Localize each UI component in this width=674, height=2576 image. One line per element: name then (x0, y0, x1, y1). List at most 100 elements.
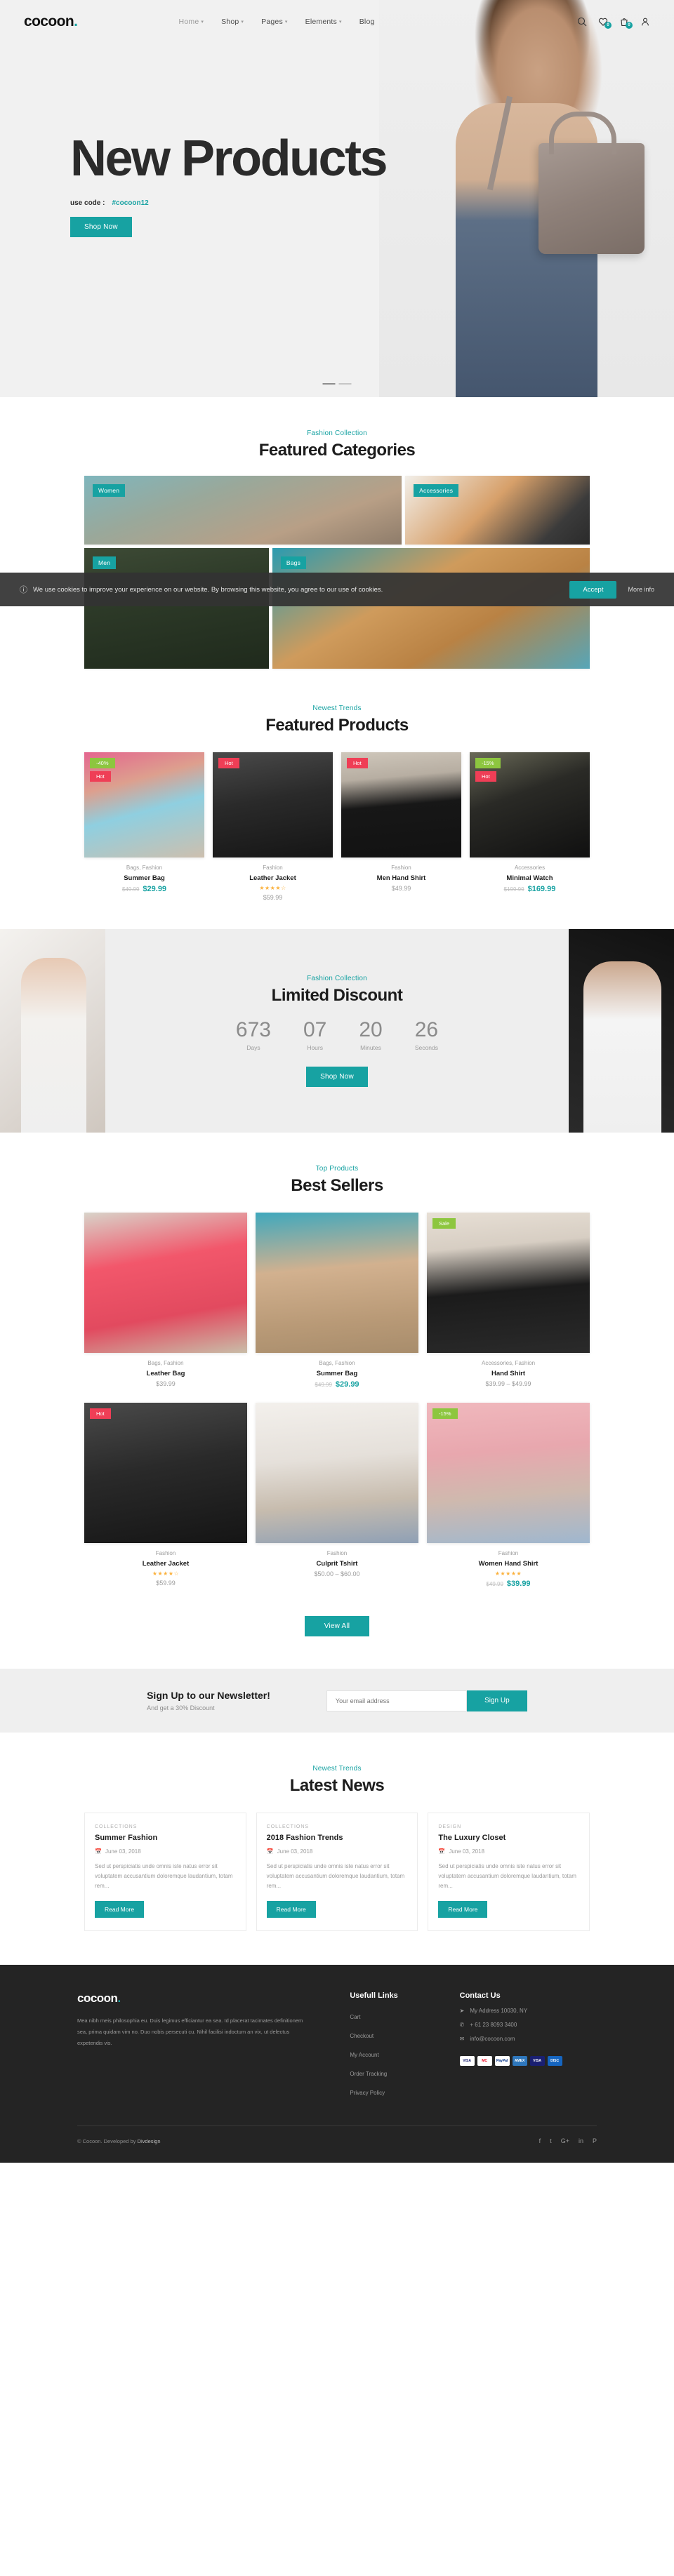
payment-card-icons: VISA MC PayPal AMEX VISA DISC (459, 2056, 597, 2066)
user-account-icon[interactable] (640, 17, 650, 27)
limited-discount-section: Fashion Collection Limited Discount 673 … (0, 929, 674, 1133)
newsletter-signup-button[interactable]: Sign Up (466, 1690, 527, 1711)
news-card[interactable]: COLLECTIONS Summer Fashion 📅 June 03, 20… (84, 1813, 246, 1931)
nav-item-pages[interactable]: Pages ▾ (261, 18, 288, 26)
google-plus-icon[interactable]: G+ (561, 2137, 569, 2144)
cart-bag-icon[interactable]: 0 (619, 17, 633, 29)
facebook-icon[interactable]: f (539, 2137, 541, 2144)
main-navigation: Home ▾ Shop ▾ Pages ▾ Elements ▾ Blog (179, 18, 375, 26)
product-category: Fashion (391, 865, 411, 871)
product-image[interactable] (256, 1213, 418, 1353)
news-date-text: June 03, 2018 (105, 1848, 141, 1855)
news-date: 📅 June 03, 2018 (438, 1848, 579, 1855)
hero-title: New Products (70, 131, 388, 187)
news-read-more-button[interactable]: Read More (95, 1901, 145, 1918)
product-card[interactable]: Hot Fashion Leather Jacket ★★★★☆ $59.99 (84, 1403, 247, 1588)
news-read-more-button[interactable]: Read More (438, 1901, 488, 1918)
product-name[interactable]: Minimal Watch (470, 874, 590, 882)
copyright-author[interactable]: Divdesign (138, 2138, 161, 2144)
product-card[interactable]: Hot Fashion Men Hand Shirt $49.99 (341, 752, 461, 901)
nav-item-elements[interactable]: Elements ▾ (305, 18, 342, 26)
product-card[interactable]: -40% Hot Bags, Fashion Summer Bag $49.99… (84, 752, 204, 901)
product-image[interactable]: -40% Hot (84, 752, 204, 857)
category-card-men[interactable]: Men (84, 548, 269, 669)
wishlist-count: 0 (604, 22, 612, 29)
footer-link-cart[interactable]: Cart (350, 2014, 360, 2020)
product-image[interactable]: Hot (213, 752, 333, 857)
wishlist-heart-icon[interactable]: 0 (598, 17, 612, 29)
product-image[interactable]: -15% Hot (470, 752, 590, 857)
product-image[interactable] (84, 1213, 247, 1353)
product-name[interactable]: Men Hand Shirt (341, 874, 461, 882)
news-title[interactable]: The Luxury Closet (438, 1834, 579, 1842)
cookie-more-info-link[interactable]: More info (628, 586, 654, 593)
newsletter-email-input[interactable] (326, 1690, 467, 1711)
site-logo[interactable]: cocoon. (24, 13, 78, 30)
nav-item-home[interactable]: Home ▾ (179, 18, 204, 26)
nav-item-shop[interactable]: Shop ▾ (221, 18, 244, 26)
news-category: DESIGN (438, 1824, 462, 1829)
slider-dot-1[interactable] (322, 383, 336, 385)
copyright-text: © Cocoon. Developed by Divdesign (77, 2138, 161, 2144)
product-price: $39.99 (156, 1380, 176, 1387)
product-name[interactable]: Culprit Tshirt (256, 1560, 418, 1568)
linkedin-icon[interactable]: in (579, 2137, 583, 2144)
discount-shop-now-button[interactable]: Shop Now (306, 1067, 368, 1087)
news-date-text: June 03, 2018 (277, 1848, 313, 1855)
category-image (272, 548, 590, 669)
product-card[interactable]: Bags, Fashion Leather Bag $39.99 (84, 1213, 247, 1389)
search-icon[interactable] (577, 17, 587, 27)
nav-item-blog[interactable]: Blog (359, 18, 375, 26)
footer-link-my-account[interactable]: My Account (350, 2052, 378, 2058)
news-read-more-button[interactable]: Read More (266, 1901, 316, 1918)
discount-right-model-image (569, 929, 674, 1133)
category-card-accessories[interactable]: Accessories (405, 476, 590, 545)
category-card-women[interactable]: Women (84, 476, 402, 545)
slider-dot-2[interactable] (338, 383, 352, 385)
category-row-top: Women Accessories (84, 476, 590, 545)
product-name[interactable]: Hand Shirt (427, 1370, 590, 1377)
footer-link-order-tracking[interactable]: Order Tracking (350, 2071, 387, 2077)
product-name[interactable]: Leather Jacket (213, 874, 333, 882)
product-badges: -15% Hot (475, 758, 501, 782)
product-card[interactable]: Bags, Fashion Summer Bag $49.99 $29.99 (256, 1213, 418, 1389)
news-date: 📅 June 03, 2018 (267, 1848, 408, 1855)
product-image[interactable]: Hot (341, 752, 461, 857)
news-card[interactable]: DESIGN The Luxury Closet 📅 June 03, 2018… (428, 1813, 590, 1931)
product-card[interactable]: Sale Accessories, Fashion Hand Shirt $39… (427, 1213, 590, 1389)
product-card[interactable]: Hot Fashion Leather Jacket ★★★★☆ $59.99 (213, 752, 333, 901)
newsletter-copy: Sign Up to our Newsletter! And get a 30%… (147, 1690, 270, 1711)
product-card[interactable]: Fashion Culprit Tshirt $50.00 – $60.00 (256, 1403, 418, 1588)
news-title[interactable]: Summer Fashion (95, 1834, 236, 1842)
news-title[interactable]: 2018 Fashion Trends (267, 1834, 408, 1842)
footer-contact-phone: ✆ + 61 23 8093 3400 (460, 2022, 597, 2028)
product-card[interactable]: -15% Fashion Women Hand Shirt ★★★★★ $49.… (427, 1403, 590, 1588)
product-image[interactable]: Sale (427, 1213, 590, 1353)
calendar-icon: 📅 (266, 1848, 274, 1855)
footer-logo[interactable]: cocoon. (77, 1991, 303, 2006)
product-name[interactable]: Summer Bag (84, 874, 204, 882)
product-image[interactable]: Hot (84, 1403, 247, 1543)
view-all-button[interactable]: View All (304, 1616, 370, 1636)
cookie-accept-button[interactable]: Accept (569, 580, 617, 599)
hero-shop-now-button[interactable]: Shop Now (70, 217, 132, 237)
footer-about-column: cocoon. Mea nibh meis philosophia eu. Du… (77, 1991, 303, 2104)
product-name[interactable]: Summer Bag (256, 1370, 418, 1377)
category-card-bags[interactable]: Bags (272, 548, 590, 669)
product-name[interactable]: Leather Jacket (84, 1560, 247, 1568)
countdown-value: 673 (235, 1018, 271, 1041)
product-card[interactable]: -15% Hot Accessories Minimal Watch $199.… (470, 752, 590, 901)
badge-hot: Hot (347, 758, 368, 768)
news-excerpt: Sed ut perspiciatis unde omnis iste natu… (438, 1863, 576, 1889)
hero-model-image (379, 0, 674, 397)
news-card[interactable]: COLLECTIONS 2018 Fashion Trends 📅 June 0… (256, 1813, 418, 1931)
twitter-icon[interactable]: t (550, 2137, 552, 2144)
product-name[interactable]: Leather Bag (84, 1370, 247, 1377)
product-image[interactable] (256, 1403, 418, 1543)
product-name[interactable]: Women Hand Shirt (427, 1560, 590, 1568)
footer-link-privacy-policy[interactable]: Privacy Policy (350, 2090, 385, 2096)
pinterest-icon[interactable]: P (593, 2137, 597, 2144)
footer-link-checkout[interactable]: Checkout (350, 2033, 374, 2039)
product-image[interactable]: -15% (427, 1403, 590, 1543)
hero-slider-dots[interactable] (322, 383, 352, 385)
